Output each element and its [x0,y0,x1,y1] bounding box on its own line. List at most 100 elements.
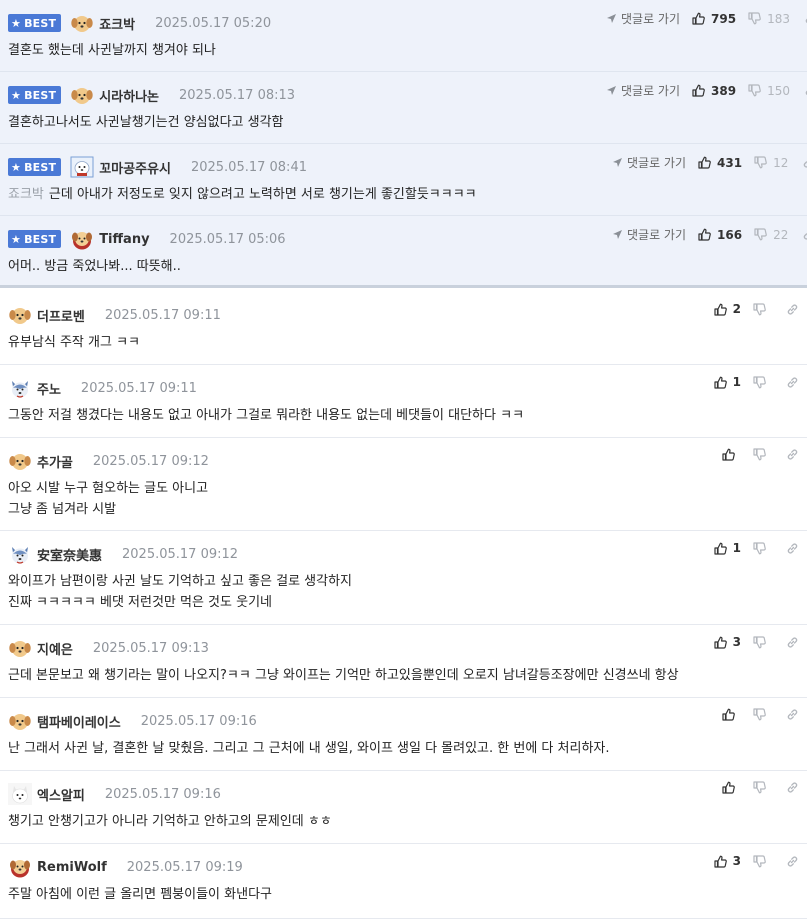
reply-mention[interactable]: 죠크박 [8,187,44,202]
avatar[interactable] [70,156,94,178]
comment-text: 결혼도 했는데 사귄날까지 챙겨야 되나 [8,40,216,61]
avatar[interactable] [8,450,32,472]
upvote-button[interactable] [722,781,741,794]
go-to-comment-link[interactable]: 댓글로 가기 [606,10,680,27]
author-nickname[interactable]: 탬파베이레이스 [37,712,121,731]
upvote-count: 795 [711,11,737,26]
comment-header: 주노 2025.05.17 09:11 [8,377,197,399]
thumbs-up-icon [714,303,733,316]
go-to-comment-label: 댓글로 가기 [627,156,687,170]
thumbs-down-icon [753,448,772,461]
upvote-button[interactable]: 2 [714,302,741,316]
downvote-button[interactable] [753,635,772,649]
upvote-button[interactable]: 389 [692,84,736,98]
comment-header: ★ BEST 꼬마공주유시 2025.05.17 08:41 [8,156,307,178]
downvote-button[interactable] [753,448,772,461]
comment-date: 2025.05.17 09:12 [92,453,209,469]
avatar[interactable] [8,377,32,399]
link-icon[interactable] [802,228,807,241]
link-icon[interactable] [786,542,799,555]
link-icon[interactable] [786,855,799,868]
comment-text: 죠크박 근데 아내가 저정도로 잊지 않으려고 노력하면 서로 챙기는게 좋긴할듯… [8,184,477,205]
author-nickname[interactable]: 죠크박 [99,14,135,33]
thumbs-down-icon [748,84,767,97]
comment-line: 유부남식 주작 개그 ㅋㅋ [8,335,140,350]
best-badge: ★ BEST [8,230,62,248]
send-arrow-icon [612,229,627,240]
downvote-button[interactable]: 22 [754,228,788,242]
author-nickname[interactable]: 安室奈美惠 [37,545,102,564]
author-nickname[interactable]: 주노 [37,379,61,398]
thumbs-down-icon [753,635,772,649]
author-nickname[interactable]: Tiffany [99,232,149,247]
thumbs-down-icon [753,854,772,868]
link-icon[interactable] [786,708,799,721]
downvote-button[interactable] [753,541,772,555]
avatar[interactable] [70,84,94,106]
link-icon[interactable] [786,636,799,649]
downvote-button[interactable] [753,854,772,868]
upvote-button[interactable]: 431 [698,156,742,170]
link-icon[interactable] [786,303,799,316]
thumbs-down-icon [754,228,773,241]
link-icon[interactable] [802,156,807,169]
author-nickname[interactable]: 더프로벤 [37,306,85,325]
comment: 추가골 2025.05.17 09:12 아오 시발 누구 혐오하는 글도 아니고 그… [0,438,807,531]
comment-actions: 1 [714,375,799,389]
avatar[interactable] [8,783,32,805]
link-icon[interactable] [786,376,799,389]
avatar[interactable] [8,710,32,732]
avatar[interactable] [8,856,32,878]
thumbs-up-icon [714,636,733,649]
comment-text: 와이프가 남편이랑 사귄 날도 기억하고 싶고 좋은 걸로 생각하지 진짜 ㅋㅋㅋ… [8,571,352,613]
upvote-button[interactable]: 3 [714,635,741,649]
upvote-button[interactable]: 1 [714,375,741,389]
thumbs-up-icon [722,448,741,461]
thumbs-down-icon [754,156,773,169]
author-nickname[interactable]: 추가골 [37,452,73,471]
downvote-button[interactable] [753,708,772,721]
upvote-button[interactable] [722,708,741,721]
comment-date: 2025.05.17 09:19 [126,859,243,875]
avatar[interactable] [8,304,32,326]
comment-line: 난 그래서 사귄 날, 결혼한 날 맞췄음. 그리고 그 근처에 내 생일, 와… [8,741,610,756]
downvote-button[interactable] [753,375,772,389]
downvote-button[interactable]: 183 [748,12,790,26]
downvote-button[interactable] [753,302,772,316]
downvote-button[interactable] [753,781,772,794]
link-icon[interactable] [786,448,799,461]
upvote-count: 3 [732,635,741,649]
comment-text: 난 그래서 사귄 날, 결혼한 날 맞췄음. 그리고 그 근처에 내 생일, 와… [8,738,610,759]
upvote-button[interactable]: 795 [692,12,736,26]
thumbs-down-icon [753,541,772,555]
upvote-count: 3 [732,854,741,868]
best-comment: ★ BEST Tiffany 2025.05.17 05:06 어머.. 방금 죽었나봐… [0,216,807,288]
author-nickname[interactable]: RemiWolf [37,860,107,875]
upvote-count: 1 [732,541,741,555]
upvote-button[interactable]: 3 [714,854,741,868]
comment-line: 근데 본문보고 왜 챙기라는 말이 나오지?ㅋㅋ 그냥 와이프는 기억만 하고있… [8,668,679,683]
link-icon[interactable] [786,781,799,794]
author-nickname[interactable]: 꼬마공주유시 [99,158,171,177]
go-to-comment-link[interactable]: 댓글로 가기 [612,154,686,171]
author-nickname[interactable]: 엑스알피 [37,785,85,804]
upvote-button[interactable] [722,448,741,461]
upvote-button[interactable]: 166 [698,228,742,242]
avatar[interactable] [70,228,94,250]
avatar[interactable] [70,12,94,34]
author-nickname[interactable]: 시라하나논 [99,86,159,105]
go-to-comment-link[interactable]: 댓글로 가기 [606,82,680,99]
comment-header: 엑스알피 2025.05.17 09:16 [8,783,221,805]
go-to-comment-link[interactable]: 댓글로 가기 [612,226,686,243]
downvote-button[interactable]: 12 [754,156,788,170]
author-nickname[interactable]: 지예은 [37,639,73,658]
comment-date: 2025.05.17 09:16 [140,713,257,729]
comment-line: 챙기고 안챙기고가 아니라 기억하고 안하고의 문제인데 ㅎㅎ [8,814,332,829]
comment-text: 그동안 저걸 챙겼다는 내용도 없고 아내가 그걸로 뭐라한 내용도 없는데 베… [8,405,524,426]
avatar[interactable] [8,637,32,659]
comment-text: 근데 본문보고 왜 챙기라는 말이 나오지?ㅋㅋ 그냥 와이프는 기억만 하고있… [8,665,679,686]
avatar[interactable] [8,543,32,565]
upvote-button[interactable]: 1 [714,541,741,555]
comment: 주노 2025.05.17 09:11 그동안 저걸 챙겼다는 내용도 없고 아내가… [0,365,807,438]
downvote-button[interactable]: 150 [748,84,790,98]
